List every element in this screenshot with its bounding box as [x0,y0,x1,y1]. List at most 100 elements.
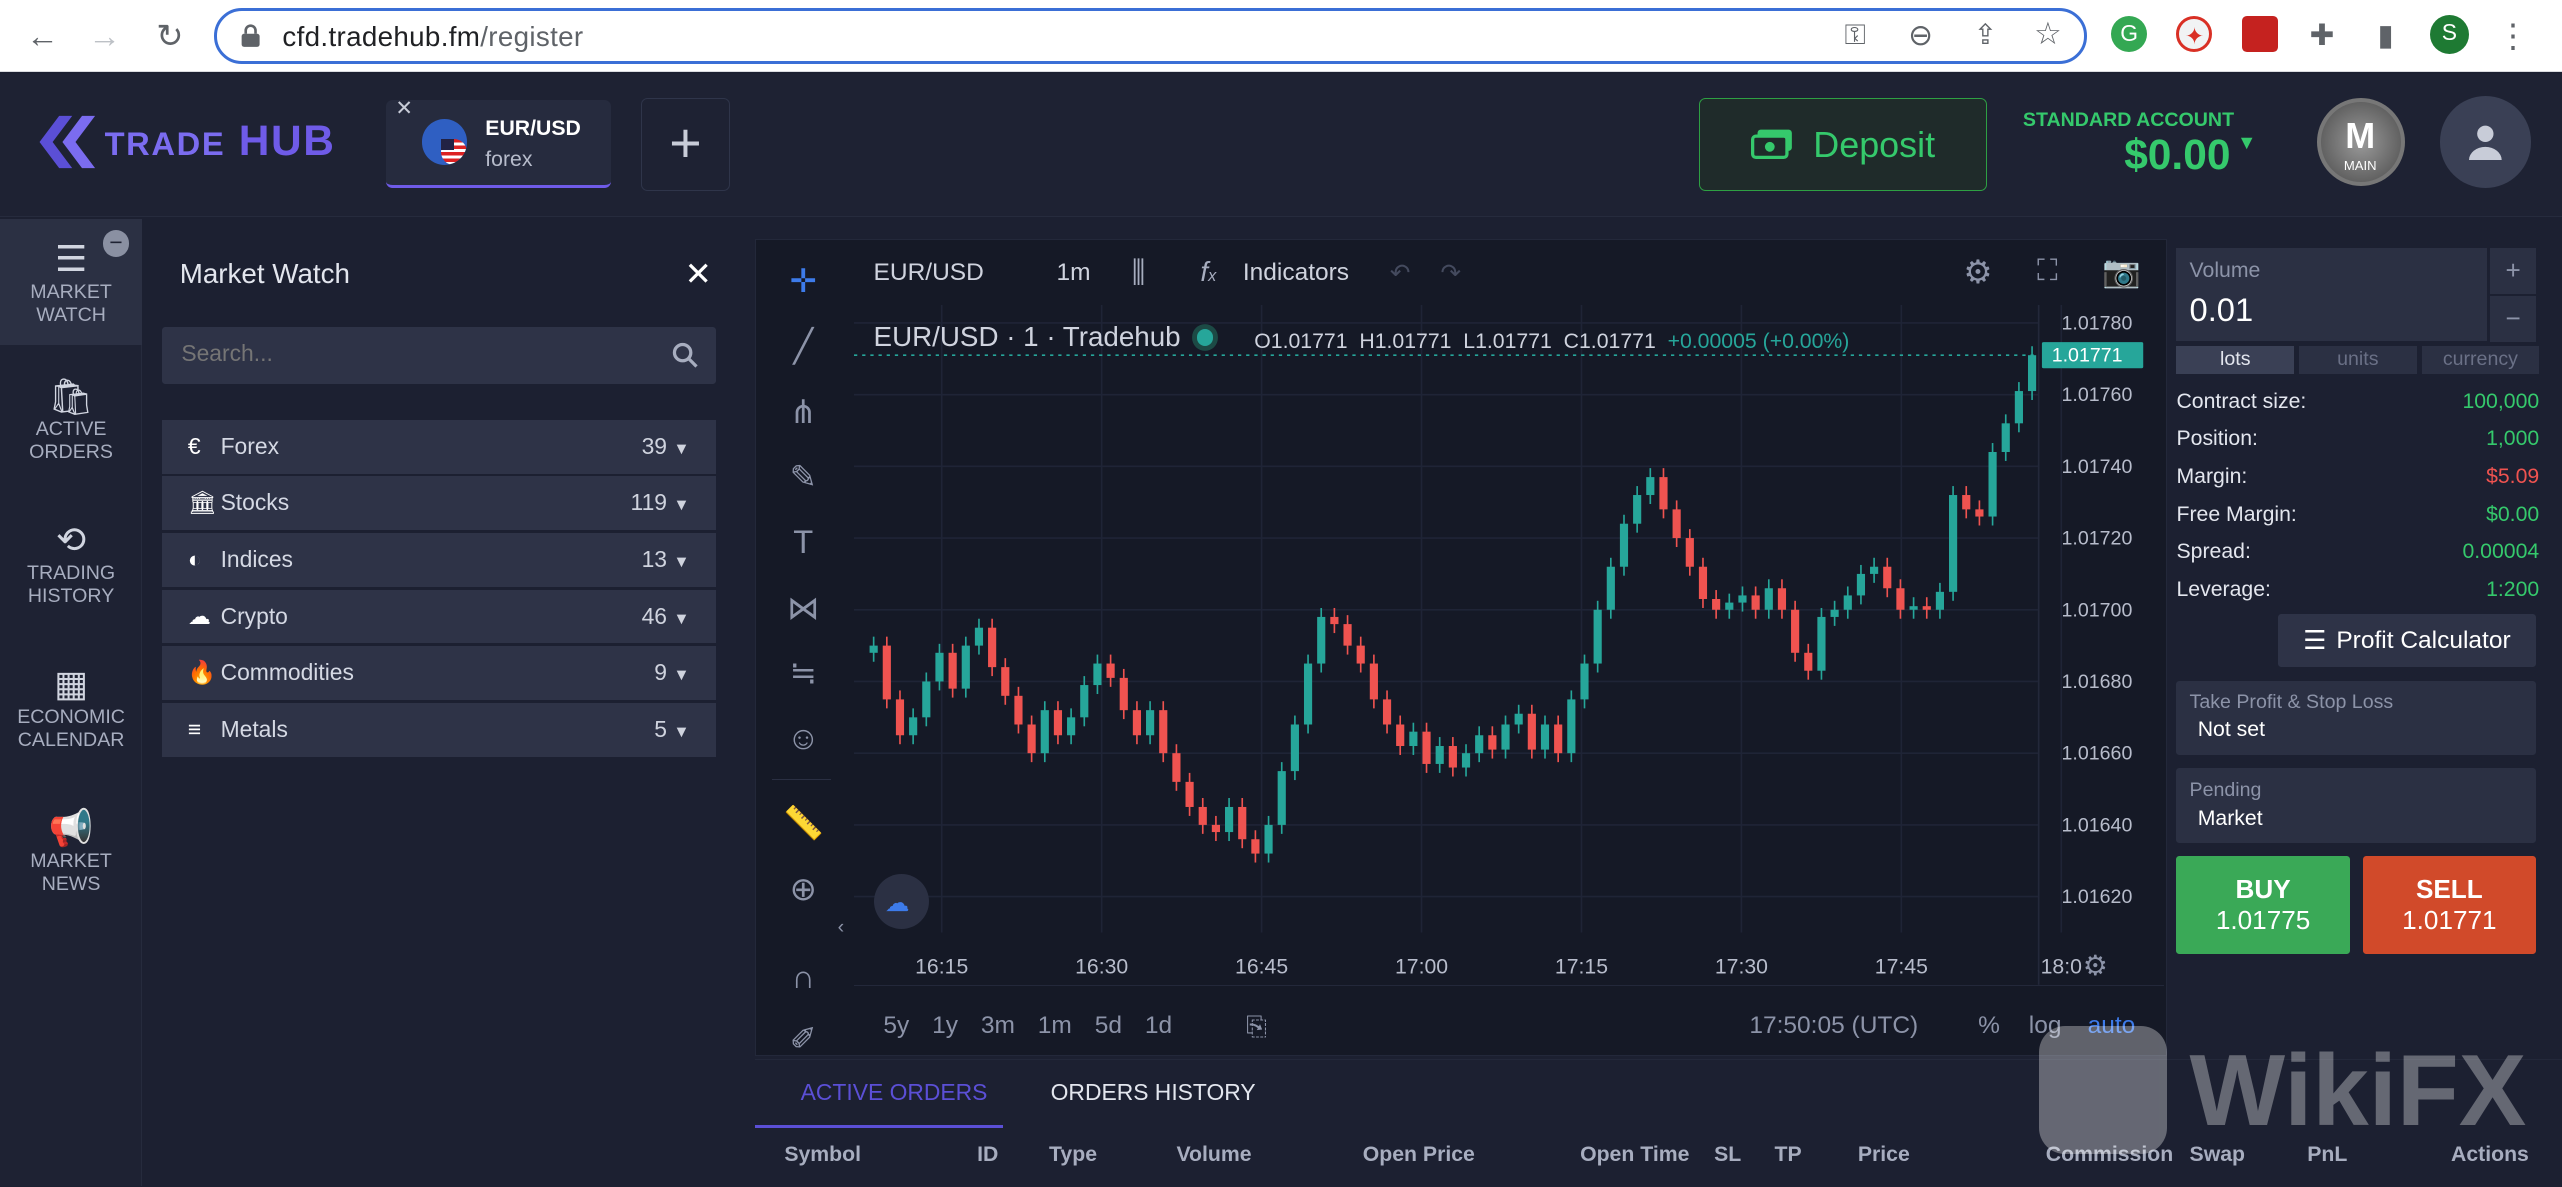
close-icon[interactable]: ✕ [685,255,712,293]
fx-icon[interactable]: fx [1200,256,1216,288]
range-1y[interactable]: 1y [932,1012,958,1040]
close-tab-icon[interactable]: ✕ [395,96,413,121]
price-chart[interactable]: 1.01780 1.01760 1.01740 1.01720 1.01700 1.016… [853,304,2164,998]
column-type[interactable]: Type [1049,1142,1097,1167]
column-swap[interactable]: Swap [2190,1142,2245,1167]
date-range-icon[interactable]: ⎘ [1246,1011,1267,1043]
search-icon[interactable] [672,342,698,368]
emoji-icon[interactable]: ☺ [779,713,828,762]
column-price[interactable]: Price [1858,1142,1910,1167]
category-metals[interactable]: ≡ Metals 5 ▼ [161,702,716,757]
text-tool-icon[interactable]: T [779,517,828,566]
reload-icon[interactable]: ↻ [150,16,189,55]
unit-tab-lots[interactable]: lots [2176,346,2295,375]
volume-value[interactable]: 0.01 [2190,291,2254,329]
search-field[interactable] [161,326,716,384]
auto-toggle[interactable]: auto [2088,1012,2136,1040]
column-tp[interactable]: TP [1775,1142,1802,1167]
rail-economic-calendar[interactable]: ▦ ECONOMIC CALENDAR [0,666,142,751]
redo-icon[interactable]: ↷ [1441,258,1462,288]
candles-icon[interactable]: ⫼ [1132,256,1146,290]
tab-active-orders[interactable]: ACTIVE ORDERS [801,1079,988,1106]
settings-gear-icon[interactable]: ⚙ [1963,253,1992,291]
tradingview-logo-icon[interactable]: ☁ [873,873,930,930]
back-icon[interactable]: ← [23,16,62,55]
buy-button[interactable]: BUY 1.01775 [2176,856,2350,955]
add-tab-button[interactable]: + [640,98,731,192]
unit-tab-currency[interactable]: currency [2421,346,2540,375]
rail-market-news[interactable]: 📢 MARKET NEWS [0,810,142,895]
tab-orders-history[interactable]: ORDERS HISTORY [1051,1079,1256,1106]
key-icon[interactable]: ⚿ [1845,19,1866,52]
extension-book-icon[interactable] [2241,16,2278,53]
axis-settings-icon[interactable]: ⚙ [2083,949,2108,982]
user-avatar[interactable] [2439,96,2532,188]
take-profit-stop-loss-field[interactable]: Take Profit & Stop Loss Not set [2176,681,2536,755]
forward-icon[interactable]: → [85,16,124,55]
category-stocks[interactable]: 🏛 Stocks 119 ▼ [161,476,716,531]
category-crypto[interactable]: ☁ Crypto 46 ▼ [161,589,716,644]
symbol-tab[interactable]: ✕ EUR/USD forex [385,96,612,188]
profile-avatar[interactable]: S [2429,14,2469,54]
category-indices[interactable]: ◐ Indices 13 ▼ [161,533,716,587]
log-toggle[interactable]: log [2029,1012,2062,1040]
fullscreen-icon[interactable]: ⛶ [2037,254,2058,288]
column-id[interactable]: ID [977,1142,998,1167]
percent-toggle[interactable]: % [1978,1012,2000,1040]
address-bar[interactable]: cfd.tradehub.fm/register ⚿ ⊖ ⇪ ☆ [214,8,2087,64]
eraser-pen-icon[interactable]: ✐ [779,1014,828,1063]
pattern-icon[interactable]: ⋈ [779,583,828,632]
undo-icon[interactable]: ↶ [1390,258,1411,288]
zoom-icon[interactable]: ⊖ [1908,18,1933,53]
column-actions[interactable]: Actions [2451,1142,2529,1167]
column-pnl[interactable]: PnL [2307,1142,2347,1167]
trend-line-icon[interactable]: ╱ [779,321,828,370]
range-3m[interactable]: 3m [981,1012,1015,1040]
column-open-price[interactable]: Open Price [1363,1142,1475,1167]
interval-button[interactable]: 1m [1057,259,1091,287]
indicators-button[interactable]: Indicators [1243,259,1349,287]
magnet-icon[interactable]: ∩ [779,952,828,1001]
extension-icon[interactable]: ✦ [2176,16,2213,53]
bookmark-star-icon[interactable]: ☆ [2034,16,2062,52]
deposit-button[interactable]: Deposit [1699,98,1987,192]
account-balance[interactable]: $0.00 ▼ [2124,132,2256,180]
pending-order-field[interactable]: Pending Market [2176,767,2536,844]
unit-tab-units[interactable]: units [2299,346,2417,375]
fib-tool-icon[interactable]: ⋔ [779,387,828,436]
chart-symbol-button[interactable]: EUR/USD [874,259,984,287]
column-commission[interactable]: Commission [2046,1142,2173,1167]
column-symbol[interactable]: Symbol [784,1142,861,1167]
column-sl[interactable]: SL [1714,1142,1741,1167]
category-commodities[interactable]: 🔥 Commodities 9 ▼ [161,646,716,700]
rail-trading-history[interactable]: ⟲ TRADING HISTORY [0,522,142,607]
rail-active-orders[interactable]: 🛍 ACTIVE ORDERS [0,378,142,464]
kebab-menu-icon[interactable]: ⋮ [2493,16,2532,55]
collapse-arrow-icon[interactable]: ‹ [838,916,845,939]
main-badge-icon[interactable]: M MAIN [2317,98,2406,187]
search-input[interactable] [181,339,656,367]
puzzle-extensions-icon[interactable]: ✚ [2302,16,2341,55]
prediction-icon[interactable]: ≒ [779,648,828,697]
brush-icon[interactable]: ✎ [779,452,828,501]
tradehub-logo[interactable]: TRADE HUB [33,109,336,174]
volume-decrease-button[interactable]: − [2490,295,2536,342]
ruler-icon[interactable]: 📏 [779,798,828,847]
volume-increase-button[interactable]: + [2490,248,2536,295]
zoom-in-icon[interactable]: ⊕ [779,864,828,913]
side-panel-icon[interactable]: ▮ [2366,16,2405,55]
profit-calculator-button[interactable]: ☰ Profit Calculator [2277,614,2536,667]
crosshair-icon[interactable]: ✛ [779,256,828,305]
column-open-time[interactable]: Open Time [1580,1142,1689,1167]
share-icon[interactable]: ⇪ [1974,18,1997,51]
column-volume[interactable]: Volume [1176,1142,1251,1167]
rail-market-watch[interactable]: ☰ MARKET WATCH [0,241,142,326]
range-5y[interactable]: 5y [883,1012,909,1040]
volume-field[interactable]: Volume 0.01 [2176,248,2487,342]
grammarly-extension-icon[interactable]: G [2111,16,2148,53]
range-1m[interactable]: 1m [1038,1012,1072,1040]
camera-icon[interactable]: 📷 [2102,253,2141,290]
range-5d[interactable]: 5d [1095,1012,1122,1040]
category-forex[interactable]: € Forex 39 ▼ [161,419,716,474]
range-1d[interactable]: 1d [1145,1012,1172,1040]
